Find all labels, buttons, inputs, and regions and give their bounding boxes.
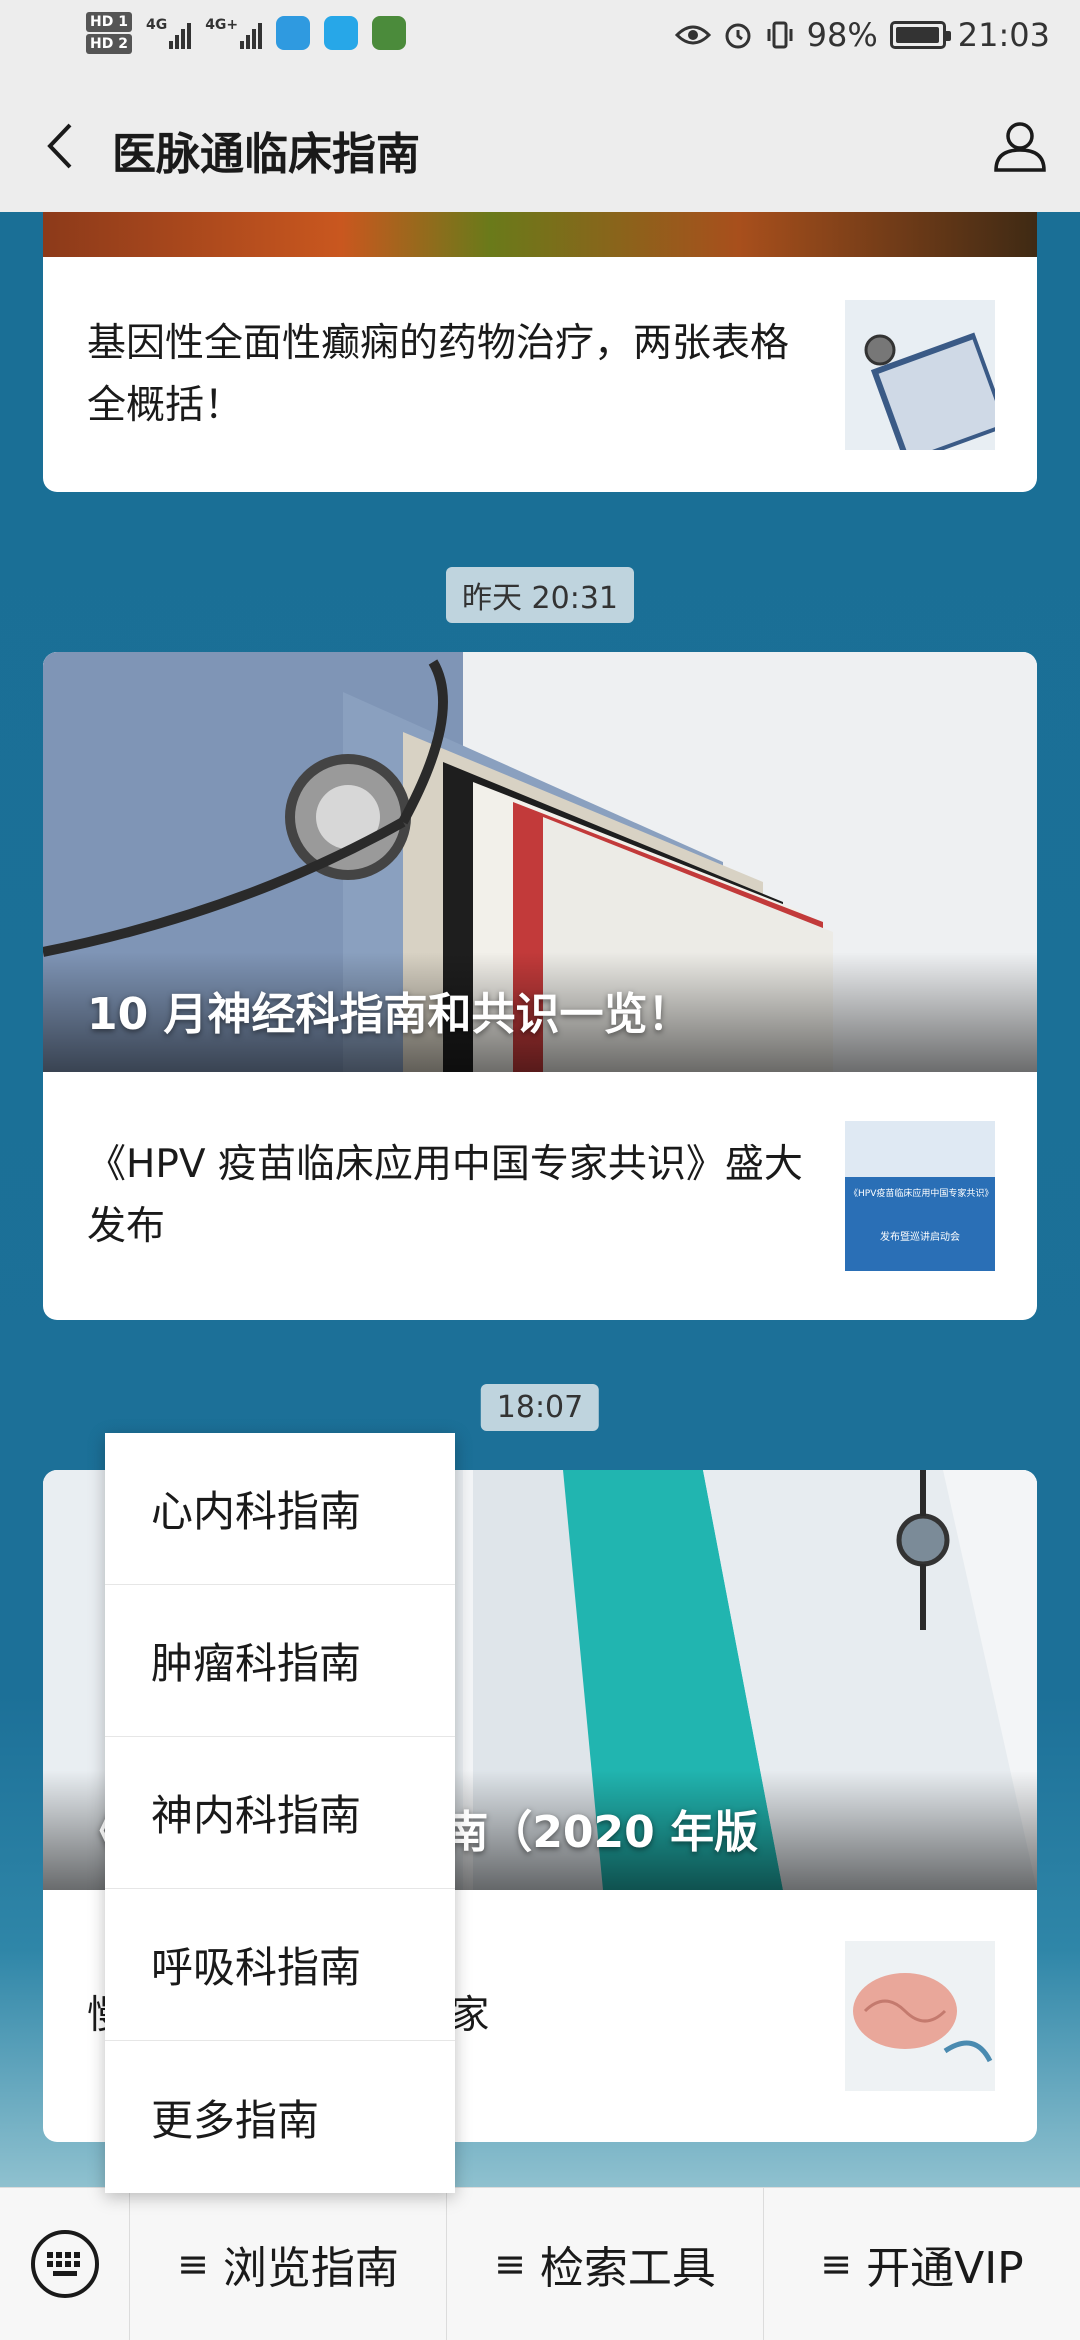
article-title: 基因性全面性癫痫的药物治疗，两张表格全概括！: [87, 320, 790, 428]
back-arrow-icon: [47, 123, 72, 169]
article-card-2[interactable]: 10 月神经科指南和共识一览！ 《HPV 疫苗临床应用中国专家共识》盛大发布 《…: [43, 652, 1037, 1320]
menu-lines-icon: ≡: [820, 2242, 853, 2286]
menu-lines-icon: ≡: [177, 2242, 209, 2286]
status-right: 98% 21:03: [674, 16, 1050, 54]
signal-icon-2: 4G+: [205, 17, 263, 49]
network-label-2: 4G+: [205, 17, 239, 33]
menu-lines-icon: ≡: [494, 2242, 526, 2286]
article-thumbnail: 《HPV疫苗临床应用中国专家共识》 发布暨巡讲启动会: [845, 1121, 995, 1271]
battery-fill: [895, 27, 939, 43]
banner[interactable]: 10 月神经科指南和共识一览！: [43, 652, 1037, 1072]
thumbnail-text-1: 《HPV疫苗临床应用中国专家共识》: [849, 1189, 994, 1199]
menu-item-respiratory[interactable]: 呼吸科指南: [105, 1889, 455, 2041]
back-button[interactable]: [30, 114, 94, 178]
eye-icon: [674, 25, 711, 45]
tab-search-tools[interactable]: ≡ 检索工具: [447, 2188, 764, 2340]
guide-menu: 心内科指南 肿瘤科指南 神内科指南 呼吸科指南 更多指南: [105, 1433, 455, 2193]
article-row[interactable]: 《HPV 疫苗临床应用中国专家共识》盛大发布 《HPV疫苗临床应用中国专家共识》…: [43, 1072, 1037, 1320]
clock: 21:03: [957, 16, 1050, 54]
hd2-badge: HD 2: [86, 34, 132, 54]
timestamp-chip: 昨天 20:31: [446, 567, 634, 623]
alarm-icon: [725, 23, 751, 49]
hd1-badge: HD 1: [86, 12, 132, 32]
keyboard-icon: [30, 2230, 99, 2298]
menu-item-oncology[interactable]: 肿瘤科指南: [105, 1585, 455, 1737]
banner-title: 10 月神经科指南和共识一览！: [87, 989, 692, 1040]
article-card-1[interactable]: 基因性全面性癫痫的药物治疗，两张表格全概括！: [43, 212, 1037, 492]
keyboard-toggle-button[interactable]: [0, 2188, 130, 2340]
battery-percent: 98%: [806, 16, 878, 54]
user-icon: [994, 122, 1046, 172]
menu-item-more[interactable]: 更多指南: [105, 2041, 455, 2193]
tab-browse-guides[interactable]: ≡ 浏览指南: [130, 2188, 447, 2340]
profile-button[interactable]: [984, 110, 1056, 182]
hd-badges: HD 1 HD 2: [86, 12, 132, 54]
tab-label: 浏览指南: [222, 2243, 399, 2294]
article-thumbnail: [845, 1941, 995, 2091]
page-title: 医脉通临床指南: [112, 129, 420, 180]
status-left: HD 1 HD 2 4G 4G+: [86, 12, 407, 54]
article-thumbnail: [845, 299, 995, 450]
banner-image: [43, 212, 1037, 257]
tab-label: 检索工具: [539, 2243, 716, 2294]
tab-open-vip[interactable]: ≡ 开通VIP: [764, 2188, 1080, 2340]
bottom-menu-bar: ≡ 浏览指南 ≡ 检索工具 ≡ 开通VIP: [0, 2187, 1080, 2340]
menu-item-cardiology[interactable]: 心内科指南: [105, 1433, 455, 1585]
thumbnail-text-2: 发布暨巡讲启动会: [880, 1232, 960, 1243]
nav-bar: 医脉通临床指南: [0, 80, 1080, 212]
network-label-1: 4G: [145, 17, 168, 33]
play-app-icon: [372, 16, 407, 50]
message-app-icon: [276, 16, 311, 50]
article-title: 《HPV 疫苗临床应用中国专家共识》盛大发布: [87, 1142, 803, 1249]
signal-icon: 4G: [145, 17, 192, 49]
battery-icon: [889, 21, 951, 49]
tab-label: 开通VIP: [866, 2243, 1024, 2294]
menu-item-neurology[interactable]: 神内科指南: [105, 1737, 455, 1889]
article-row[interactable]: 基因性全面性癫痫的药物治疗，两张表格全概括！: [43, 257, 1037, 492]
vibrate-icon: [767, 21, 793, 49]
bulb-app-icon: [324, 16, 359, 50]
status-bar: HD 1 HD 2 4G 4G+ 98% 21:03: [0, 0, 1080, 80]
timestamp-chip: 18:07: [480, 1384, 600, 1431]
